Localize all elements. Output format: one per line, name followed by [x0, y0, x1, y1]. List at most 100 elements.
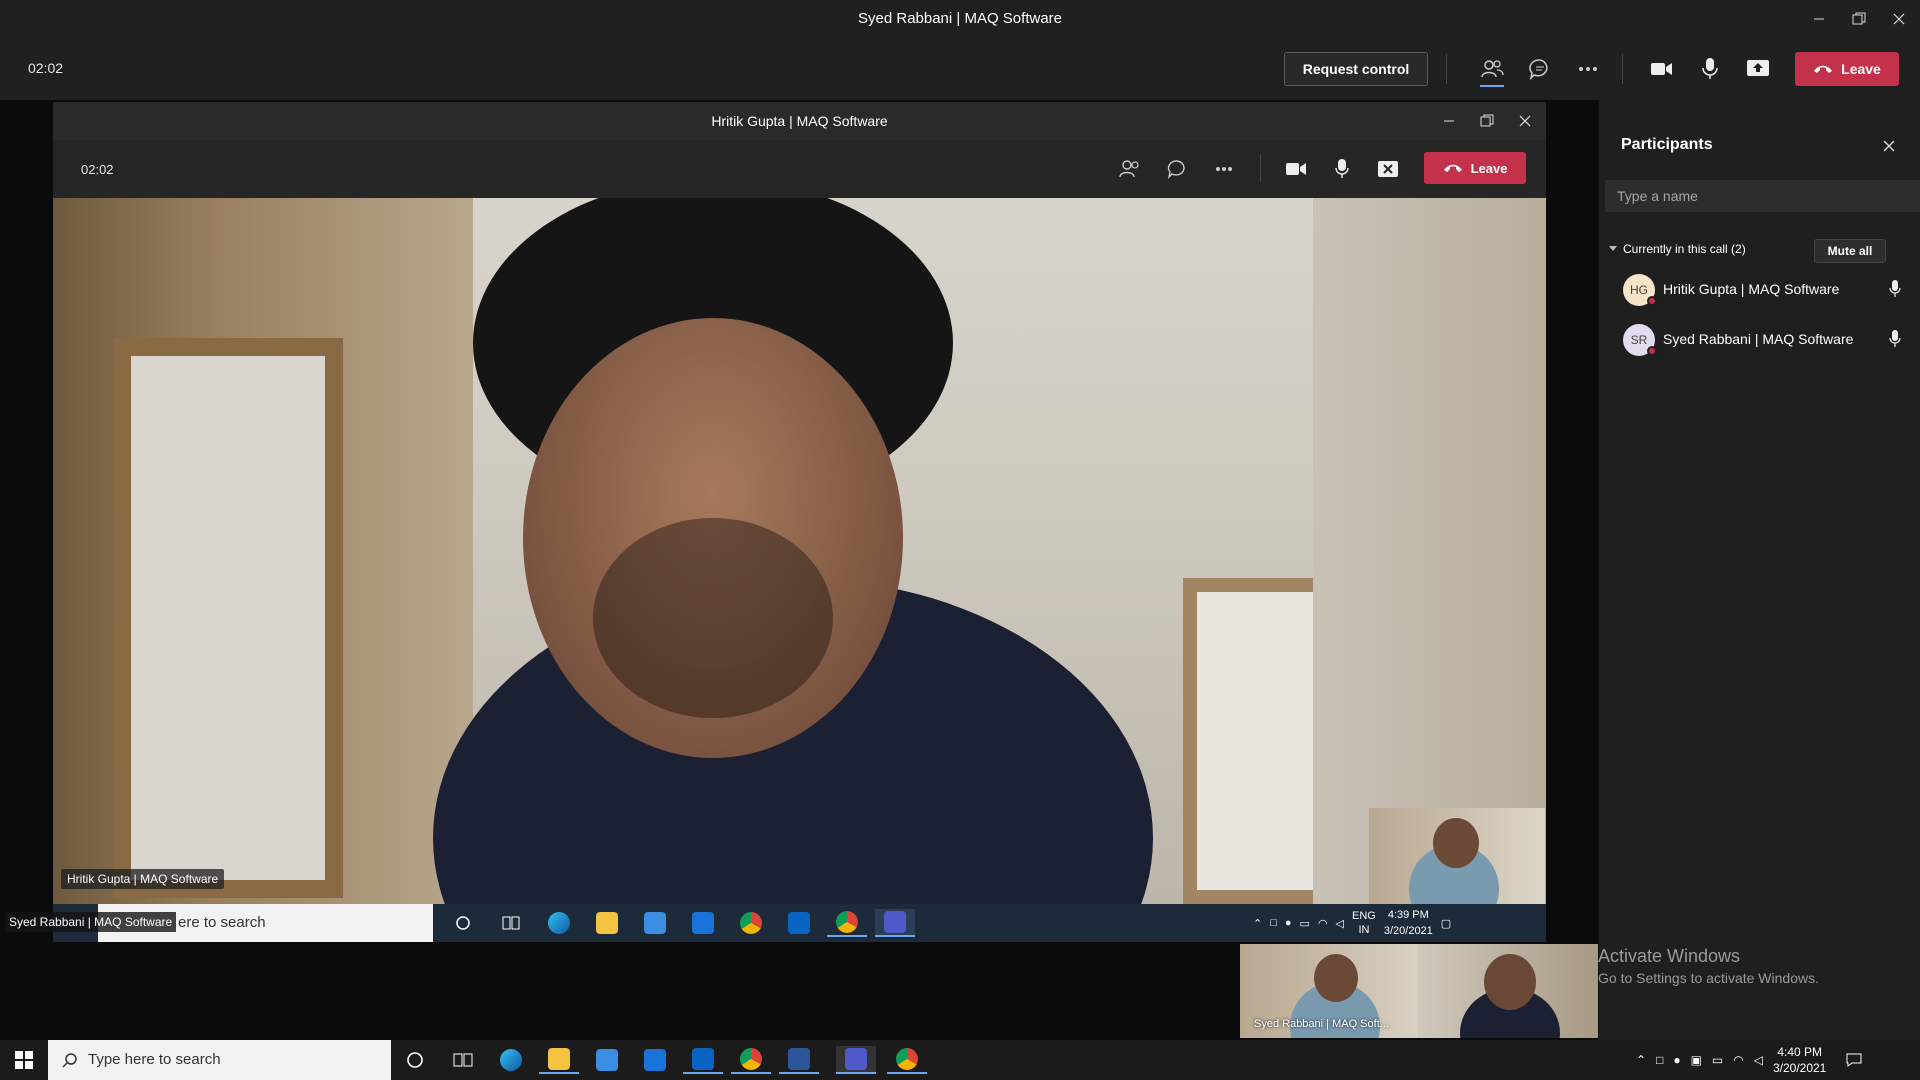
- tray-network-icon[interactable]: □: [1270, 917, 1277, 929]
- file-explorer-button[interactable]: [539, 1046, 579, 1074]
- inner-more-button[interactable]: [1204, 149, 1244, 189]
- more-icon: [1215, 166, 1233, 172]
- inner-self-preview[interactable]: [1369, 808, 1545, 904]
- inner-chat-button[interactable]: [1157, 149, 1197, 189]
- inner-call-timer: 02:02: [81, 162, 114, 177]
- video-person-beard: [593, 518, 833, 718]
- security-icon[interactable]: ▣: [1691, 1053, 1702, 1067]
- people-icon: [1480, 58, 1504, 80]
- battery-icon[interactable]: ▭: [1712, 1053, 1723, 1067]
- task-view-button[interactable]: [443, 1046, 483, 1074]
- inner-participants-button[interactable]: [1110, 149, 1150, 189]
- more-options-button[interactable]: [1568, 49, 1608, 89]
- volume-icon[interactable]: ◁: [1754, 1053, 1763, 1067]
- inner-camera-button[interactable]: [1276, 149, 1316, 189]
- cortana-icon: [406, 1051, 424, 1069]
- edge-button[interactable]: [491, 1046, 531, 1074]
- notification-icon[interactable]: ▢: [1441, 917, 1451, 930]
- chrome-profile-button[interactable]: [887, 1046, 927, 1074]
- mic-in-use-icon[interactable]: ●: [1673, 1053, 1680, 1067]
- cortana-icon[interactable]: [443, 909, 483, 937]
- chat-button[interactable]: [1520, 49, 1560, 89]
- remote-video-thumbnail[interactable]: [1418, 944, 1598, 1038]
- self-video-thumbnail[interactable]: Syed Rabbani | MAQ Soft...: [1240, 944, 1418, 1038]
- system-tray: ⌃ □ ● ▣ ▭ ◠ ◁ 4:40 PM 3/20/2021: [1636, 1040, 1862, 1080]
- chrome-button[interactable]: [731, 1046, 771, 1074]
- mail-button[interactable]: [635, 1046, 675, 1074]
- call-section-label: Currently in this call (2): [1623, 242, 1746, 256]
- participant-name: Hritik Gupta | MAQ Software: [1663, 281, 1840, 297]
- cortana-button[interactable]: [395, 1046, 435, 1074]
- status-badge: [1647, 296, 1657, 306]
- close-panel-button[interactable]: [1877, 134, 1901, 158]
- mail-icon[interactable]: [683, 909, 723, 937]
- phone-hangup-icon: [1443, 163, 1463, 173]
- close-window-button[interactable]: [1876, 0, 1920, 38]
- leave-button[interactable]: Leave: [1795, 52, 1899, 86]
- word-icon: [788, 1048, 810, 1070]
- shared-teams-window: Hritik Gupta | MAQ Software 02:02 Leave …: [5, 102, 1548, 942]
- main-video-name-tag: Hritik Gupta | MAQ Software: [61, 869, 225, 889]
- inner-stop-share-button[interactable]: [1368, 149, 1408, 189]
- chat-icon: [1167, 159, 1187, 179]
- wifi-icon[interactable]: ◠: [1733, 1053, 1743, 1067]
- taskbar-search-input[interactable]: Type here to search: [48, 1040, 391, 1080]
- participant-name: Syed Rabbani | MAQ Software: [1663, 331, 1854, 347]
- teams-button[interactable]: [836, 1046, 876, 1074]
- store-icon: [596, 1049, 618, 1071]
- people-icon: [1119, 159, 1141, 179]
- share-screen-button[interactable]: [1738, 49, 1778, 89]
- teams-icon[interactable]: [875, 909, 915, 937]
- chat-icon: [1529, 58, 1551, 80]
- call-section-heading[interactable]: Currently in this call (2): [1609, 242, 1746, 256]
- mail-icon: [644, 1049, 666, 1071]
- participant-row[interactable]: HG Hritik Gupta | MAQ Software: [1599, 266, 1920, 314]
- chrome-icon[interactable]: [731, 909, 771, 937]
- inner-microphone-button[interactable]: [1322, 149, 1362, 189]
- folder-icon: [548, 1048, 570, 1070]
- file-explorer-icon[interactable]: [587, 909, 627, 937]
- inner-tray-clock[interactable]: 4:39 PM 3/20/2021: [1384, 907, 1433, 939]
- edge-icon[interactable]: [539, 909, 579, 937]
- participants-toggle-button[interactable]: [1472, 49, 1512, 89]
- mute-all-button[interactable]: Mute all: [1814, 239, 1886, 263]
- request-control-button[interactable]: Request control: [1284, 52, 1428, 86]
- participant-row[interactable]: SR Syed Rabbani | MAQ Software: [1599, 316, 1920, 364]
- camera-button[interactable]: [1642, 49, 1682, 89]
- tray-volume-icon[interactable]: ◁: [1336, 917, 1344, 930]
- store-icon[interactable]: [635, 909, 675, 937]
- microphone-button[interactable]: [1690, 49, 1730, 89]
- inner-leave-button[interactable]: Leave: [1424, 152, 1526, 184]
- chrome-profile-icon[interactable]: [827, 909, 867, 937]
- window-title: Syed Rabbani | MAQ Software: [858, 10, 1062, 27]
- action-center-icon[interactable]: [1846, 1053, 1862, 1067]
- inner-meeting-toolbar: 02:02 Leave: [53, 140, 1546, 198]
- meet-now-icon[interactable]: □: [1656, 1053, 1663, 1067]
- outlook-button[interactable]: [683, 1046, 723, 1074]
- participant-search-input[interactable]: Type a name: [1605, 180, 1920, 212]
- tray-chevron-icon[interactable]: ⌃: [1253, 917, 1262, 930]
- active-indicator: [1480, 85, 1504, 87]
- tray-battery-icon[interactable]: ▭: [1300, 917, 1310, 930]
- outlook-icon[interactable]: [779, 909, 819, 937]
- inner-close-button[interactable]: [1502, 102, 1548, 140]
- store-button[interactable]: [587, 1046, 627, 1074]
- preview-person-head: [1433, 818, 1479, 868]
- tray-mic-icon[interactable]: ●: [1285, 917, 1292, 929]
- start-button[interactable]: [4, 1046, 44, 1074]
- participants-panel: Participants Type a name Currently in th…: [1598, 100, 1920, 1040]
- status-badge: [1647, 346, 1657, 356]
- taskbar-clock[interactable]: 4:40 PM 3/20/2021: [1773, 1044, 1826, 1076]
- inner-tray-language[interactable]: ENG IN: [1352, 909, 1376, 937]
- show-hidden-icons-icon[interactable]: ⌃: [1636, 1053, 1646, 1067]
- word-button[interactable]: [779, 1046, 819, 1074]
- call-timer: 02:02: [28, 60, 64, 76]
- search-icon: [62, 1052, 78, 1068]
- microphone-icon: [1889, 280, 1901, 298]
- microphone-icon: [1889, 330, 1901, 348]
- taskbar-overlay-name-tag: Syed Rabbani | MAQ Software: [5, 912, 177, 932]
- task-view-icon[interactable]: [491, 909, 531, 937]
- tray-wifi-icon[interactable]: ◠: [1318, 917, 1328, 930]
- stop-sharing-icon: [1378, 161, 1398, 177]
- microphone-icon: [1335, 159, 1349, 179]
